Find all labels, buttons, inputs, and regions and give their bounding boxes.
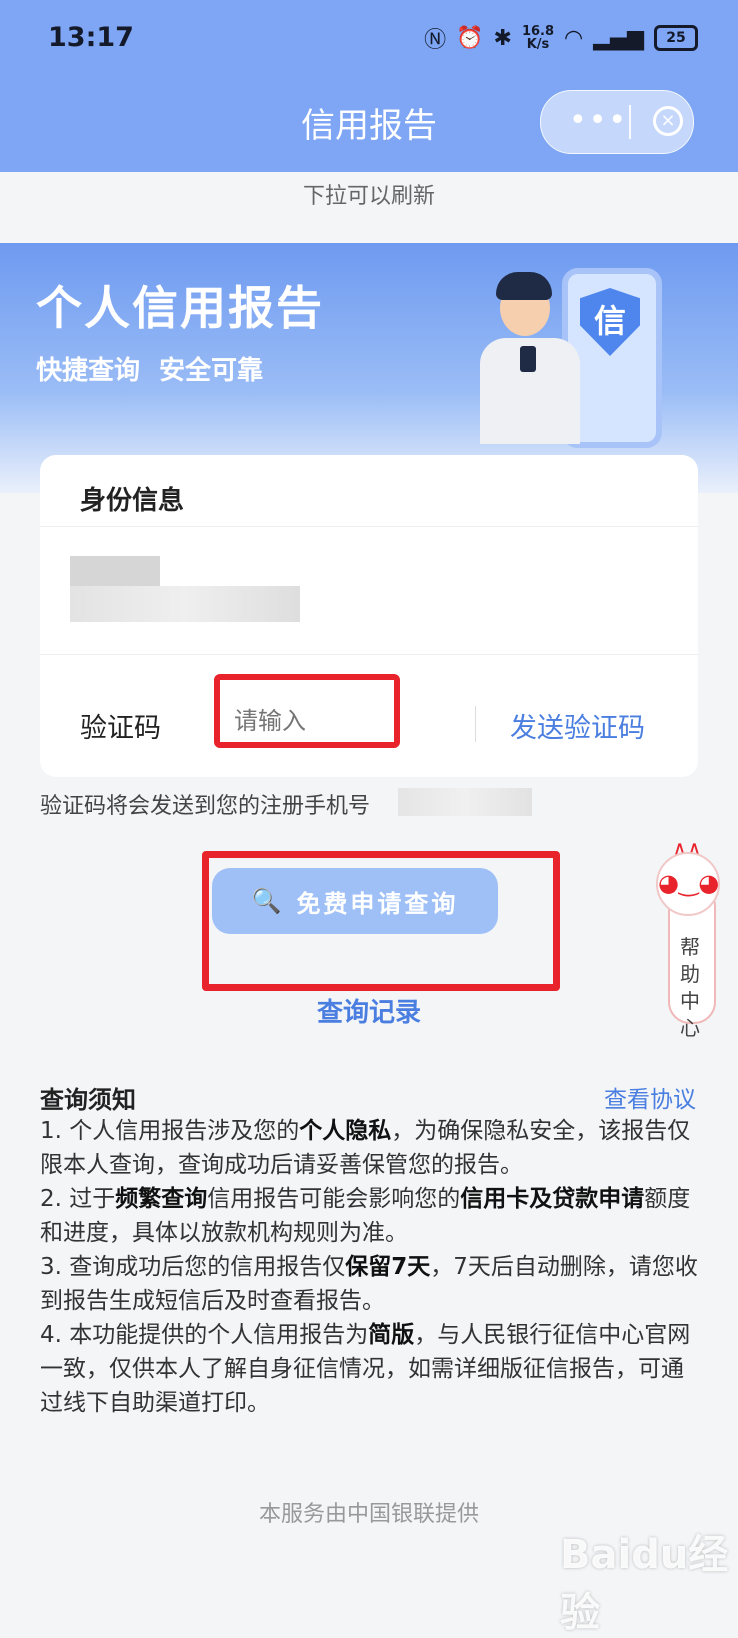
notice-title: 查询须知 xyxy=(40,1086,136,1114)
view-agreement-link[interactable]: 查看协议 xyxy=(604,1080,696,1114)
signal-icon: ▂▄▆ xyxy=(593,25,644,51)
notice-list: 1. 个人信用报告涉及您的个人隐私，为确保隐私安全，该报告仅限本人查询，查询成功… xyxy=(40,1114,698,1420)
watermark: Baidu经验 xyxy=(560,1532,729,1636)
query-records-link[interactable]: 查询记录 xyxy=(0,992,738,1029)
highlight-box-button xyxy=(202,851,560,991)
pull-to-refresh-hint: 下拉可以刷新 xyxy=(302,184,435,209)
capsule-divider xyxy=(629,105,631,139)
status-icons: Ⓝ ⏰ ✱ 16.8 K/s ◠ ▂▄▆ 25 xyxy=(424,22,698,54)
mascot-icon: ◕‿◕ xyxy=(656,852,720,916)
wifi-icon: ◠ xyxy=(564,25,584,51)
banner-subtitle: 快捷查询 安全可靠 xyxy=(36,356,264,386)
notice-item: 2. 过于频繁查询信用报告可能会影响您的信用卡及贷款申请额度和进度，具体以放款机… xyxy=(40,1186,691,1246)
highlight-box-input xyxy=(214,674,400,748)
more-button[interactable]: ••• xyxy=(569,103,628,138)
close-button[interactable]: × xyxy=(653,106,683,136)
sms-hint: 验证码将会发送到您的注册手机号 xyxy=(40,794,371,819)
input-divider xyxy=(475,706,476,742)
notice-item: 4. 本功能提供的个人信用报告为简版，与人民银行征信中心官网一致，仅供本人了解自… xyxy=(40,1322,691,1416)
card-divider xyxy=(40,526,698,527)
person-hair xyxy=(496,272,552,300)
notice-item: 3. 查询成功后您的信用报告仅保留7天，7天后自动删除，请您收到报告生成短信后及… xyxy=(40,1254,698,1314)
identity-card-title: 身份信息 xyxy=(80,486,185,516)
status-time: 13:17 xyxy=(48,22,134,53)
battery-icon: 25 xyxy=(654,25,698,51)
alarm-icon: ⏰ xyxy=(456,25,484,51)
person-phone xyxy=(520,346,536,372)
masked-name xyxy=(70,556,160,586)
help-center-label: 帮助中心 xyxy=(680,935,700,1040)
nfc-icon: Ⓝ xyxy=(424,28,447,53)
mini-program-capsule: ••• × xyxy=(540,90,694,154)
network-speed: 16.8 K/s xyxy=(521,24,555,52)
bluetooth-icon: ✱ xyxy=(493,25,512,51)
masked-id-number xyxy=(70,586,300,622)
send-code-button[interactable]: 发送验证码 xyxy=(510,706,645,745)
banner-title: 个人信用报告 xyxy=(36,281,324,335)
masked-phone-number xyxy=(398,788,532,816)
card-divider xyxy=(40,654,698,655)
verification-code-label: 验证码 xyxy=(80,713,161,744)
notice-item: 1. 个人信用报告涉及您的个人隐私，为确保隐私安全，该报告仅限本人查询，查询成功… xyxy=(40,1118,691,1178)
